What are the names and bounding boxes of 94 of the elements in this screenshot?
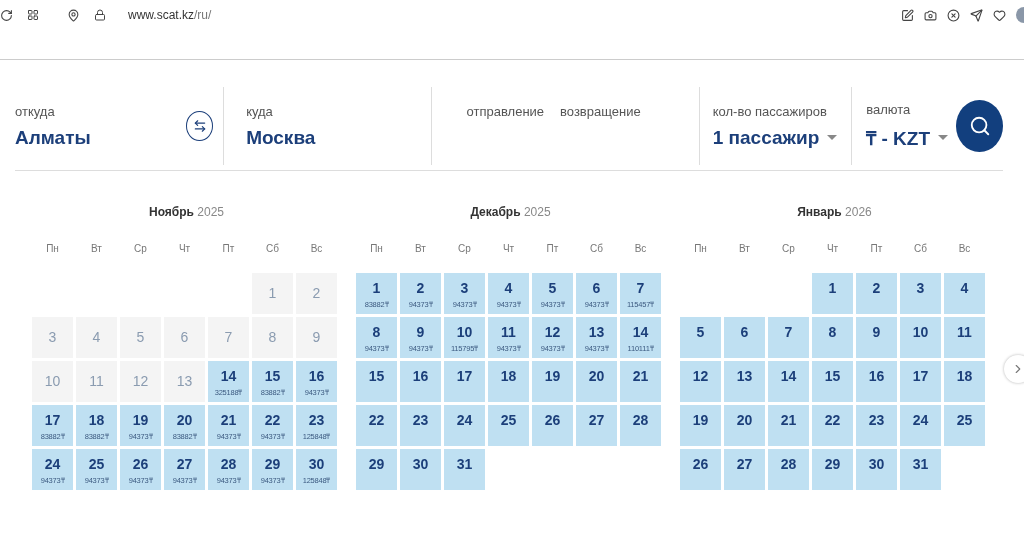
weekday-label: Чт bbox=[825, 243, 840, 254]
weekday-label: Пт bbox=[869, 243, 884, 254]
calendar-day[interactable]: 21 bbox=[620, 361, 661, 402]
weekday-label: Пн bbox=[693, 243, 708, 254]
close-circle-icon[interactable] bbox=[947, 8, 960, 22]
search-button[interactable] bbox=[956, 100, 1003, 152]
calendar-day[interactable]: 24 bbox=[900, 405, 941, 446]
calendar-day[interactable]: 31 bbox=[444, 449, 485, 490]
calendar-day[interactable]: 12 bbox=[680, 361, 721, 402]
calendar-day[interactable]: 20 bbox=[576, 361, 617, 402]
calendar-day[interactable]: 31 bbox=[900, 449, 941, 490]
weekday-label: Ср bbox=[133, 243, 148, 254]
calendar-day[interactable]: 29 bbox=[356, 449, 397, 490]
calendar-day[interactable]: 30 bbox=[856, 449, 897, 490]
calendar-day[interactable]: 5 bbox=[680, 317, 721, 358]
calendar-day[interactable]: 6 bbox=[724, 317, 765, 358]
field-label: кол-во пассажиров bbox=[712, 103, 828, 119]
calendar-day[interactable]: 28 bbox=[620, 405, 661, 446]
calendar-day[interactable]: 24 bbox=[444, 405, 485, 446]
origin-value[interactable]: Алматы bbox=[15, 126, 186, 149]
calendar-day[interactable]: 4 bbox=[944, 273, 985, 314]
calendar-day[interactable]: 14 bbox=[768, 361, 809, 402]
calendar-day[interactable]: 3 bbox=[900, 273, 941, 314]
calendar-day[interactable]: 26 bbox=[680, 449, 721, 490]
calendar-day[interactable]: 1 bbox=[812, 273, 853, 314]
calendar-day[interactable]: 17 bbox=[444, 361, 485, 402]
search-icon bbox=[968, 115, 991, 137]
calendar-day[interactable]: 18 bbox=[944, 361, 985, 402]
calendar-day[interactable]: 25 bbox=[944, 405, 985, 446]
reload-icon[interactable] bbox=[0, 8, 13, 22]
weekday-label: Вс bbox=[309, 243, 324, 254]
weekday-label: Ср bbox=[457, 243, 472, 254]
calendar-day[interactable]: 9 bbox=[856, 317, 897, 358]
calendar-day[interactable]: 15 bbox=[812, 361, 853, 402]
calendar-day[interactable]: 15 bbox=[356, 361, 397, 402]
weekday-label: Пт bbox=[221, 243, 236, 254]
send-icon[interactable] bbox=[970, 8, 983, 22]
calendar-day[interactable]: 7 bbox=[768, 317, 809, 358]
weekday-label: Вс bbox=[633, 243, 648, 254]
month-title: Январь 2026 bbox=[796, 205, 873, 219]
lock-icon bbox=[94, 9, 106, 21]
calendar-day[interactable]: 25 bbox=[488, 405, 529, 446]
calendar-day[interactable]: 20 bbox=[724, 405, 765, 446]
currency-dropdown[interactable]: ₸ - KZT bbox=[866, 124, 957, 151]
calendar-day[interactable]: 29 bbox=[812, 449, 853, 490]
calendar-day[interactable]: 23 bbox=[400, 405, 441, 446]
depart-date-label[interactable]: отправление bbox=[466, 103, 545, 119]
month-title: Декабрь 2025 bbox=[469, 205, 552, 219]
weekday-label: Ср bbox=[781, 243, 796, 254]
location-icon[interactable] bbox=[67, 8, 80, 22]
calendar-day[interactable]: 21 bbox=[768, 405, 809, 446]
month-title: Ноябрь 2025 bbox=[148, 205, 225, 219]
field-label: куда bbox=[246, 103, 274, 119]
calendar-day[interactable]: 27 bbox=[576, 405, 617, 446]
weekday-label: Сб bbox=[589, 243, 604, 254]
calendar-day[interactable]: 28 bbox=[768, 449, 809, 490]
calendar-day[interactable]: 16 bbox=[856, 361, 897, 402]
weekday-label: Вт bbox=[414, 243, 427, 254]
url-text[interactable]: www.scat.kz/ru/ bbox=[128, 8, 212, 22]
calendar-day[interactable]: 27 bbox=[724, 449, 765, 490]
edit-icon[interactable] bbox=[901, 8, 914, 22]
weekday-label: Пн bbox=[369, 243, 384, 254]
weekday-label: Вт bbox=[90, 243, 103, 254]
weekday-label: Вт bbox=[738, 243, 751, 254]
calendar-day[interactable]: 16 bbox=[400, 361, 441, 402]
calendar-day[interactable]: 18 bbox=[488, 361, 529, 402]
weekday-label: Сб bbox=[265, 243, 280, 254]
passengers-dropdown[interactable]: 1 пассажир bbox=[712, 126, 852, 149]
calendar-day[interactable]: 8 bbox=[812, 317, 853, 358]
field-label: откуда bbox=[15, 103, 56, 119]
calendar-day[interactable]: 19 bbox=[680, 405, 721, 446]
weekday-label: Вс bbox=[957, 243, 972, 254]
return-date-label[interactable]: возвращение bbox=[560, 103, 641, 119]
calendar-day[interactable]: 30 bbox=[400, 449, 441, 490]
calendar-day[interactable]: 22 bbox=[356, 405, 397, 446]
calendar-day[interactable]: 11 bbox=[944, 317, 985, 358]
destination-value[interactable]: Москва bbox=[246, 126, 431, 149]
calendar-day[interactable]: 13 bbox=[724, 361, 765, 402]
weekday-label: Пн bbox=[45, 243, 60, 254]
calendar-day[interactable]: 17 bbox=[900, 361, 941, 402]
calendar-day[interactable]: 26 bbox=[532, 405, 573, 446]
camera-icon[interactable] bbox=[924, 8, 937, 22]
calendar-day[interactable]: 23 bbox=[856, 405, 897, 446]
weekday-label: Чт bbox=[177, 243, 192, 254]
calendar-day[interactable]: 10 bbox=[900, 317, 941, 358]
calendar-day[interactable]: 19 bbox=[532, 361, 573, 402]
calendar-day[interactable]: 22 bbox=[812, 405, 853, 446]
grid-icon[interactable] bbox=[27, 9, 39, 21]
heart-icon[interactable] bbox=[993, 8, 1006, 22]
calendar-day[interactable]: 2 bbox=[856, 273, 897, 314]
weekday-label: Пт bbox=[545, 243, 560, 254]
field-label: валюта bbox=[866, 101, 912, 117]
weekday-label: Чт bbox=[501, 243, 516, 254]
weekday-label: Сб bbox=[913, 243, 928, 254]
